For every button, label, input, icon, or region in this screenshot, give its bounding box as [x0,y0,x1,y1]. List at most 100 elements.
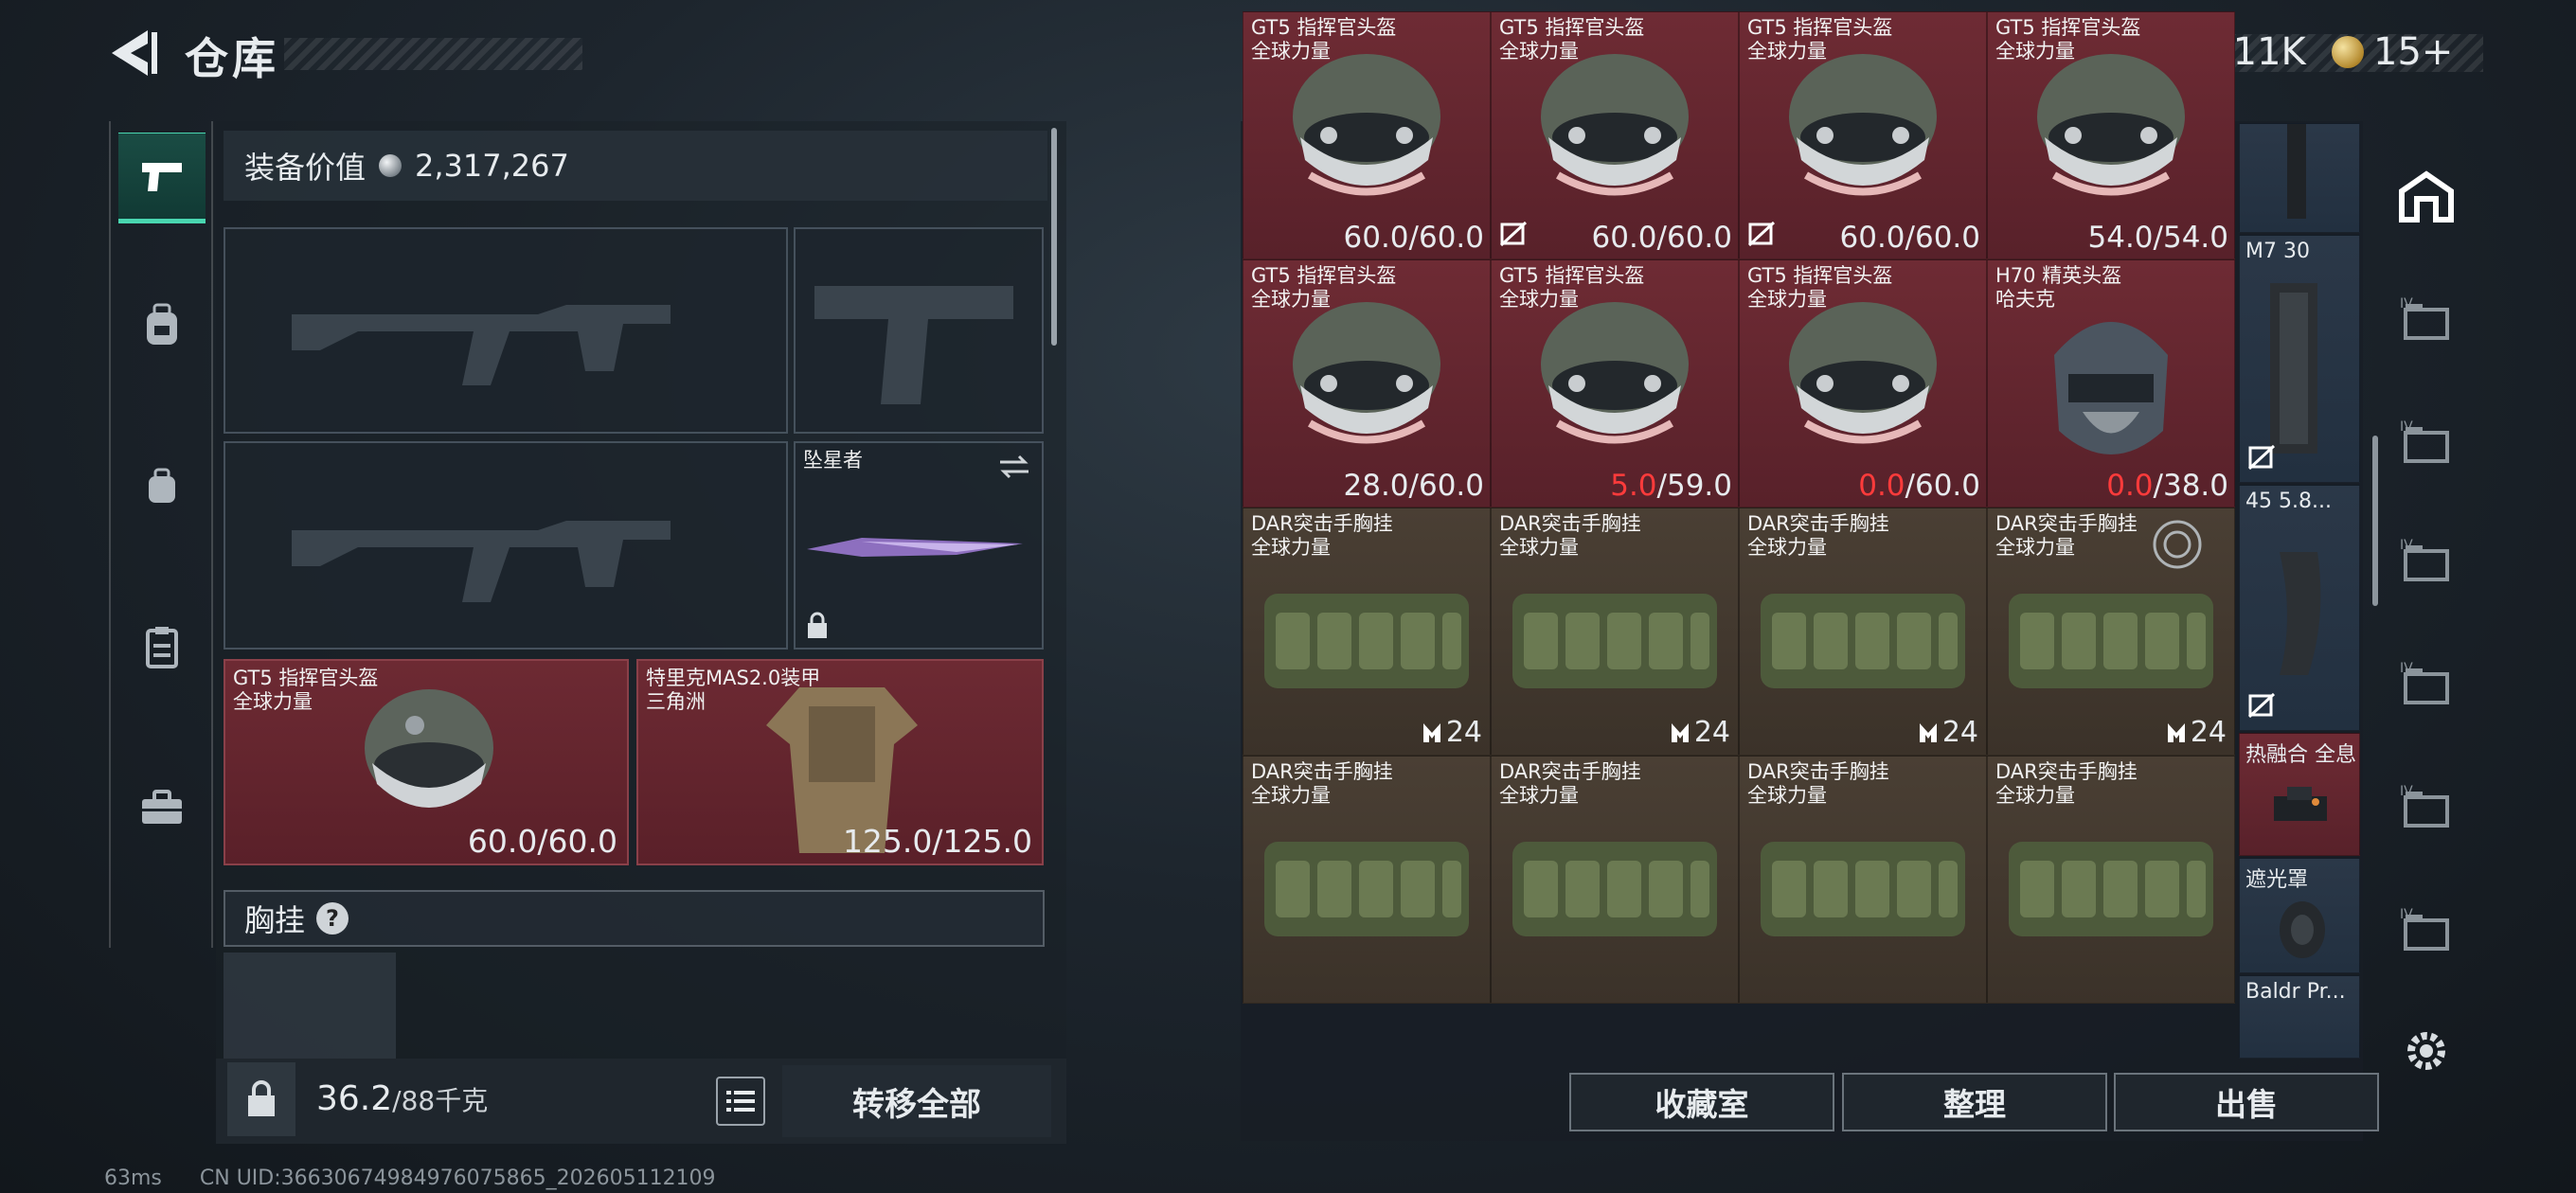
helmet-icon [1293,54,1440,196]
uid-text: CN UID:366306749849760758​65_20260511210… [199,1166,716,1190]
gold-currency[interactable]: 15+ [2332,30,2453,74]
item-capacity: 24 [1670,716,1730,749]
list-icon [726,1091,755,1112]
tool-gear[interactable] [2387,1011,2466,1091]
list-view-button[interactable] [716,1077,765,1126]
storage-item[interactable]: GT5 指挥官头盔 全球力量 60.0/60.0 [1491,11,1739,259]
item-durability: 28.0/60.0 [1343,469,1485,503]
rifle-silhouette-icon [292,305,671,385]
item-name: DAR突击手胸挂 全球力量 [1995,512,2138,559]
tool-folder-iv-list[interactable]: IV [2387,765,2466,845]
weight-lock-button[interactable] [227,1062,295,1136]
storage-side-item[interactable]: Baldr Pr... [2239,975,2360,1059]
sell-button[interactable]: 出售 [2114,1073,2379,1131]
no-trade-icon [1747,221,1776,247]
home-icon [2399,170,2454,223]
primary-weapon-slot[interactable] [224,227,788,434]
item-name: GT5 指挥官头盔 全球力量 [1251,16,1397,62]
chest-rig-label: 胸挂 [244,902,306,938]
storage-side-item[interactable] [2239,123,2360,233]
storage-item[interactable]: GT5 指挥官头盔 全球力量 0.0/60.0 [1739,259,1987,507]
tool-folder-iv-add[interactable]: IV [2387,519,2466,598]
equipment-value-amount: 2,317,267 [415,148,569,184]
slots-icon [1919,722,1937,742]
storage-item[interactable]: DAR突击手胸挂 全球力量 [1987,756,2235,1004]
storage-item[interactable]: DAR突击手胸挂 全球力量 [1739,756,1987,1004]
organize-button[interactable]: 整理 [1842,1073,2107,1131]
helmet-icon [1541,302,1689,444]
item-capacity: 24 [1422,716,1482,749]
storage-item[interactable]: DAR突击手胸挂 全球力量 24 [1987,507,2235,756]
item-durability: 54.0/54.0 [2087,221,2229,255]
helmet-slot[interactable]: GT5 指挥官头盔 全球力量 60.0/60.0 [224,659,629,865]
helmet-icon [1789,54,1937,196]
chest-rig-icon [1264,594,1469,688]
transfer-all-button[interactable]: 转移全部 [782,1065,1051,1137]
storage-scrollbar[interactable] [2372,436,2378,606]
gear-icon [2407,1032,2445,1070]
storage-item[interactable]: GT5 指挥官头盔 全球力量 5.0/59.0 [1491,259,1739,507]
helmet-icon [1293,302,1440,444]
storage-item[interactable]: GT5 指挥官头盔 全球力量 28.0/60.0 [1243,259,1491,507]
armor-slot[interactable]: 特里克MAS2.0装甲 三角洲 125.0/125.0 [636,659,1044,865]
item-name: DAR突击手胸挂 全球力量 [1747,760,1889,807]
lock-icon [808,612,827,638]
storage-side-item[interactable]: 遮光罩 [2239,858,2360,973]
magazine-icon [2270,283,2317,454]
nav-gear[interactable] [118,282,206,367]
sidearm-slot[interactable] [794,227,1044,434]
storage-item[interactable]: GT5 指挥官头盔 全球力量 54.0/54.0 [1987,11,2235,259]
melee-name: 坠星者 [803,449,863,472]
tool-folder-iv-warn[interactable]: IV [2387,888,2466,968]
chest-rig-icon [1264,842,1469,936]
item-name: GT5 指挥官头盔 全球力量 [1995,16,2141,62]
item-name: 45 5.8... [2245,490,2332,513]
item-durability: 0.0/60.0 [1858,469,1980,503]
chest-rig-slot[interactable] [224,953,396,1066]
item-durability: 60.0/60.0 [1343,221,1485,255]
item-capacity: 24 [1918,716,1978,749]
storage-item[interactable]: DAR突击手胸挂 全球力量 [1243,756,1491,1004]
tool-folder-iv-alt[interactable]: IV [2387,401,2466,480]
storage-side-item[interactable]: M7 30 [2239,235,2360,483]
helmet-icon [1541,54,1689,196]
tool-folder-iv-delta[interactable]: IV [2387,642,2466,721]
holo-sight-icon [2274,787,2327,821]
secondary-weapon-slot[interactable] [224,441,788,650]
storage-side-item[interactable]: 热融合 全息 [2239,733,2360,856]
back-button[interactable] [104,27,161,80]
storage-item[interactable]: DAR突击手胸挂 全球力量 24 [1491,507,1739,756]
item-name: H70 精英头盔 哈夫克 [1995,264,2122,311]
storage-item[interactable]: H70 精英头盔 哈夫克 0.0/38.0 [1987,259,2235,507]
no-trade-mark [2247,444,2276,474]
nav-bags[interactable] [118,443,206,528]
storage-item[interactable]: DAR突击手胸挂 全球力量 [1491,756,1739,1004]
nav-tools[interactable] [118,765,206,850]
toolbox-icon [142,790,182,824]
nav-supplies[interactable] [118,604,206,689]
storage-tools: IV IV IV IV IV IV [2387,121,2466,1141]
weight-indicator: 36.2/88千克 [316,1079,489,1118]
item-durability: 5.0/59.0 [1610,469,1732,503]
storage-item[interactable]: GT5 指挥官头盔 全球力量 60.0/60.0 [1243,11,1491,259]
folder-iv-icon: IV [2400,296,2449,340]
help-icon[interactable]: ? [316,902,349,935]
helmet-durability: 60.0/60.0 [467,823,617,860]
melee-slot[interactable]: 坠星者 [794,441,1044,650]
storage-item[interactable]: GT5 指挥官头盔 全球力量 60.0/60.0 [1739,11,1987,259]
weight-lock-icon [248,1080,275,1116]
swap-icon [1000,454,1029,479]
tool-folder-iv[interactable]: IV [2387,277,2466,357]
storage-item[interactable]: DAR突击手胸挂 全球力量 24 [1739,507,1987,756]
collection-room-button[interactable]: 收藏室 [1569,1073,1834,1131]
equipment-value: 装备价值 2,317,267 [224,131,1047,201]
slots-icon [2167,722,2185,742]
nav-weapons[interactable] [118,133,206,223]
storage-item[interactable]: DAR突击手胸挂 全球力量 24 [1243,507,1491,756]
curved-magazine-icon [2280,552,2321,675]
tool-home[interactable] [2387,157,2466,237]
storage-side-item[interactable]: 45 5.8... [2239,485,2360,731]
armor-durability: 125.0/125.0 [842,823,1032,860]
no-trade-icon [1499,221,1528,247]
loadout-scrollbar[interactable] [1051,128,1057,346]
